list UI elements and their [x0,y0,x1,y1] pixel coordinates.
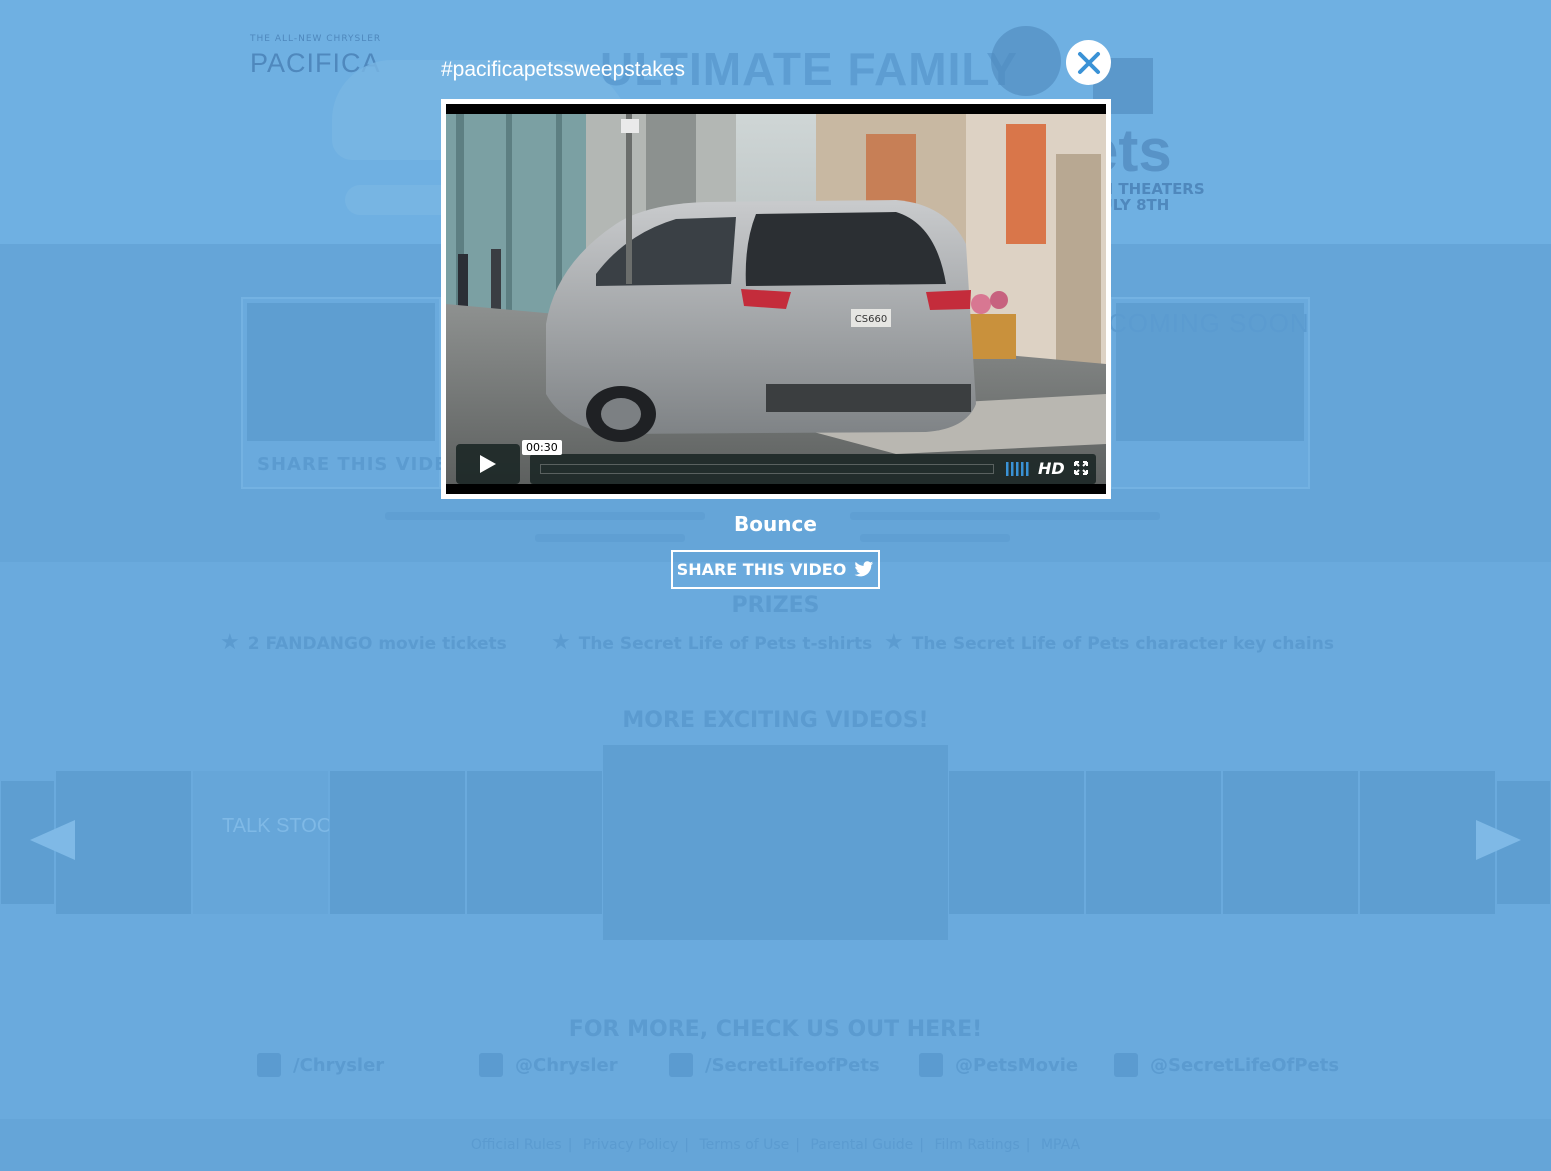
hd-toggle[interactable]: HD [1038,459,1065,478]
video-player[interactable]: CS660 HD 00:30 [446,104,1106,494]
video-player-frame: CS660 HD 00:30 [441,99,1111,499]
control-bar: HD [530,454,1096,484]
video-modal-overlay[interactable]: #pacificapetssweepstakes CS660 HD 00:30 … [0,0,1551,1171]
play-button[interactable] [456,444,520,484]
video-timecode: 00:30 [522,440,562,455]
modal-hashtag: #pacificapetssweepstakes [441,58,685,81]
fullscreen-icon[interactable] [1074,461,1088,475]
twitter-icon [854,561,874,577]
volume-icon[interactable] [1006,462,1032,476]
play-icon [480,455,496,473]
close-icon [1077,51,1100,74]
share-video-label: SHARE THIS VIDEO [676,560,847,579]
close-button[interactable] [1066,40,1111,85]
license-plate: CS660 [855,314,887,325]
video-frame-image: CS660 [446,114,1106,484]
video-controls: HD 00:30 [456,440,1096,484]
seek-bar[interactable] [540,464,994,474]
share-video-button[interactable]: SHARE THIS VIDEO [671,550,880,589]
video-title: Bounce [734,512,817,536]
